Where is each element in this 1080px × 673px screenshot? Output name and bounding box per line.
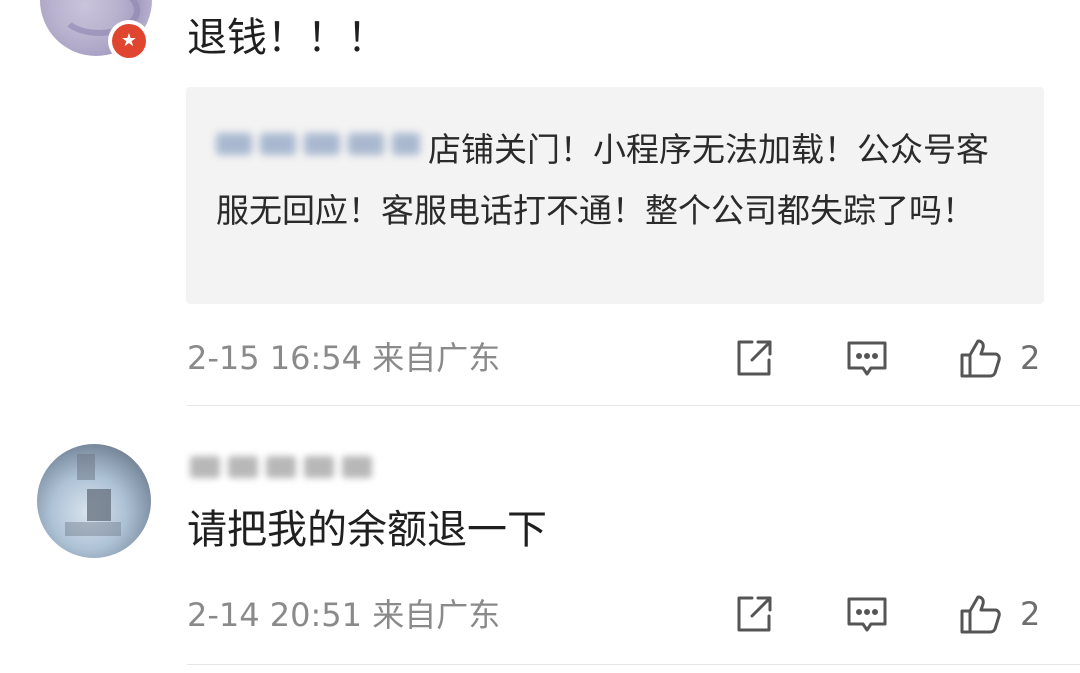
like-count: 2	[1020, 595, 1041, 633]
quoted-reply[interactable]: 店铺关门！小程序无法加载！公众号客服无回应！客服电话打不通！整个公司都失踪了吗！	[186, 87, 1044, 304]
thumbs-up-icon[interactable]	[958, 336, 1002, 380]
reply-text-container: 店铺关门！小程序无法加载！公众号客服无回应！客服电话打不通！整个公司都失踪了吗！	[216, 119, 1016, 241]
star-icon: ★	[112, 24, 146, 58]
comment-icon[interactable]	[845, 336, 889, 380]
comment-actions: 2	[0, 336, 1080, 380]
comment-icon[interactable]	[845, 592, 889, 636]
share-icon[interactable]	[732, 592, 776, 636]
share-icon[interactable]	[732, 336, 776, 380]
divider	[187, 664, 1080, 665]
avatar[interactable]	[37, 444, 151, 558]
comment-actions: 2	[0, 592, 1080, 636]
thumbs-up-icon[interactable]	[958, 592, 1002, 636]
divider	[187, 405, 1080, 406]
reply-text: 店铺关门！小程序无法加载！公众号客服无回应！客服电话打不通！整个公司都失踪了吗！	[216, 130, 989, 230]
comment-text: 退钱！！！	[187, 15, 387, 61]
like-count: 2	[1020, 339, 1041, 377]
comment-text: 请把我的余额退一下	[187, 507, 547, 553]
verified-badge: ★	[108, 20, 150, 62]
comment-list: ★ 退钱！！！ 店铺关门！小程序无法加载！公众号客服无回应！客服电话打不通！整个…	[0, 0, 1080, 673]
author-name-blurred[interactable]	[190, 452, 382, 482]
